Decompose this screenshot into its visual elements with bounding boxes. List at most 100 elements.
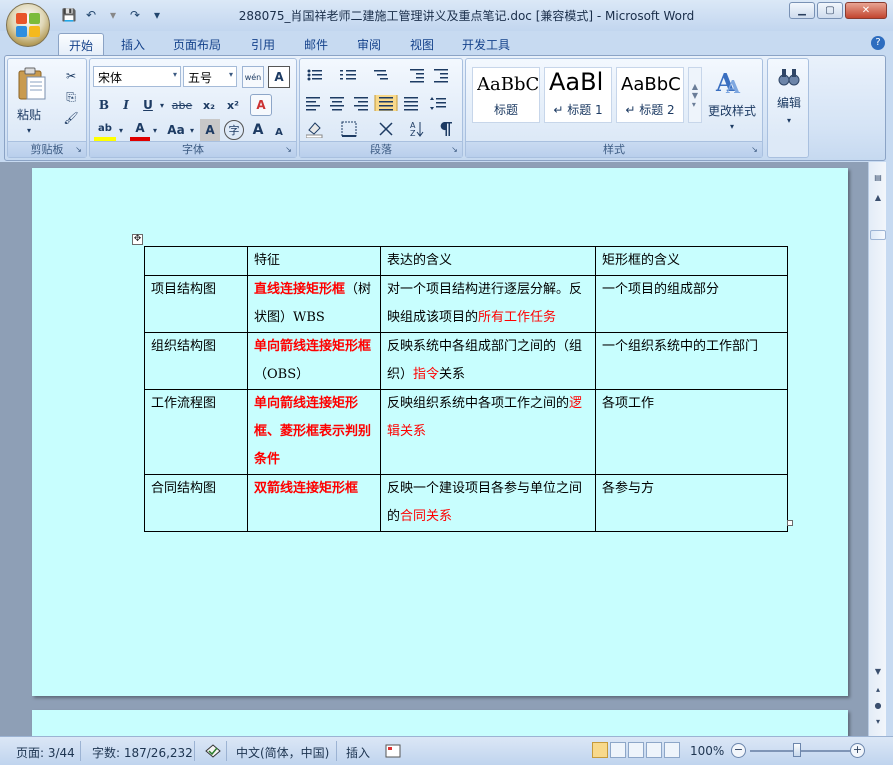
table-cell[interactable]: 对一个项目结构进行逐层分解。反映组成该项目的所有工作任务 — [380, 275, 596, 333]
paste-dropdown-icon[interactable]: ▾ — [20, 119, 38, 141]
next-page-icon[interactable]: ▾ — [870, 714, 886, 730]
maximize-button[interactable]: ▢ — [817, 2, 843, 19]
ruler-toggle-icon[interactable]: ▤ — [870, 170, 886, 186]
character-border-icon[interactable]: A — [268, 66, 290, 88]
insert-mode-indicator[interactable]: 插入 — [346, 744, 370, 761]
font-color-dropdown-icon[interactable]: ▾ — [150, 119, 160, 141]
borders-icon[interactable] — [341, 121, 357, 137]
table-header-cell[interactable]: 矩形框的含义 — [595, 246, 788, 276]
table-cell[interactable]: 单向箭线连接矩形框 （OBS） — [247, 332, 381, 390]
zoom-slider-thumb[interactable] — [793, 743, 801, 757]
paragraph-launcher-icon[interactable]: ↘ — [450, 145, 459, 154]
shrink-font-icon[interactable]: A — [270, 121, 288, 143]
shading-icon[interactable] — [306, 122, 323, 138]
tab-page-layout[interactable]: 页面布局 — [163, 33, 231, 55]
table-cell[interactable]: 直线连接矩形框（树状图）WBS — [247, 275, 381, 333]
cut-icon[interactable]: ✂ — [60, 65, 82, 87]
help-icon[interactable]: ? — [871, 36, 885, 50]
phonetic-guide-icon[interactable]: wén — [242, 66, 264, 88]
vertical-scrollbar[interactable]: ▤ ▲ ▼ ▴ ● ▾ — [868, 162, 886, 736]
draft-view-button[interactable] — [664, 742, 680, 758]
redo-icon[interactable]: ↷ — [126, 6, 144, 24]
bullets-icon[interactable] — [307, 69, 323, 81]
show-marks-icon[interactable] — [440, 122, 452, 136]
table-move-handle-icon[interactable]: ✥ — [132, 234, 143, 245]
tab-insert[interactable]: 插入 — [111, 33, 155, 55]
document-page[interactable]: ✥ 特征 表达的含义 矩形框的含义 项目结构图 直线连接矩形框（树状图）WBS … — [32, 168, 848, 696]
numbering-icon[interactable] — [340, 70, 356, 80]
table-cell[interactable]: 组织结构图 — [144, 332, 248, 390]
align-left-icon[interactable] — [306, 97, 320, 111]
change-case-dropdown-icon[interactable]: ▾ — [187, 119, 197, 141]
table-cell[interactable]: 项目结构图 — [144, 275, 248, 333]
table-cell[interactable]: 反映系统中各组成部门之间的（组织）指令关系 — [380, 332, 596, 390]
highlight-dropdown-icon[interactable]: ▾ — [116, 119, 126, 141]
font-size-box[interactable]: 五号 ▾ — [183, 66, 237, 87]
highlight-icon[interactable]: ab — [94, 119, 116, 141]
save-icon[interactable]: 💾 — [60, 6, 78, 24]
font-name-box[interactable]: 宋体 ▾ — [93, 66, 181, 87]
tab-view[interactable]: 视图 — [400, 33, 444, 55]
table-header-cell[interactable] — [144, 246, 248, 276]
font-color-icon[interactable]: A — [130, 119, 150, 141]
italic-button[interactable]: I — [116, 94, 136, 116]
zoom-level[interactable]: 100% — [690, 744, 724, 758]
table-cell[interactable]: 双箭线连接矩形框 — [247, 474, 381, 532]
previous-page-icon[interactable]: ▴ — [870, 682, 886, 698]
clipboard-launcher-icon[interactable]: ↘ — [74, 145, 83, 154]
underline-dropdown-icon[interactable]: ▾ — [157, 94, 167, 116]
table-cell[interactable]: 各项工作 — [595, 389, 788, 475]
undo-dropdown-icon[interactable]: ▾ — [104, 6, 122, 24]
styles-launcher-icon[interactable]: ↘ — [750, 145, 759, 154]
decrease-indent-icon[interactable] — [410, 69, 424, 83]
enclose-characters-icon[interactable]: 字 — [224, 120, 244, 140]
change-styles-dropdown-icon[interactable]: ▾ — [724, 115, 740, 137]
language-indicator[interactable]: 中文(简体，中国) — [236, 744, 329, 761]
page-count[interactable]: 页面: 3/44 — [16, 744, 75, 761]
sort-icon[interactable]: AZ — [410, 121, 424, 138]
tab-review[interactable]: 审阅 — [347, 33, 391, 55]
grow-font-icon[interactable]: A — [248, 119, 268, 141]
office-button[interactable] — [6, 3, 50, 47]
full-screen-reading-view-button[interactable] — [610, 742, 626, 758]
strikethrough-button[interactable]: abe — [170, 94, 194, 116]
scroll-down-icon[interactable]: ▼ — [870, 664, 886, 680]
multilevel-list-icon[interactable] — [374, 70, 388, 80]
structure-diagram-table[interactable]: 特征 表达的含义 矩形框的含义 项目结构图 直线连接矩形框（树状图）WBS 对一… — [144, 246, 788, 532]
next-page[interactable] — [32, 710, 848, 736]
style-heading-1[interactable]: AaBl ↵ 标题 1 — [544, 67, 612, 123]
font-size-dropdown-icon[interactable]: ▾ — [229, 70, 233, 79]
paste-icon[interactable] — [17, 67, 47, 101]
tab-references[interactable]: 引用 — [241, 33, 285, 55]
proofing-icon[interactable] — [204, 743, 222, 759]
table-cell[interactable]: 单向箭线连接矩形框、菱形框表示判别条件 — [247, 389, 381, 475]
zoom-in-button[interactable]: + — [850, 743, 865, 758]
line-spacing-icon[interactable] — [430, 97, 446, 110]
print-layout-view-button[interactable] — [592, 742, 608, 758]
change-styles-icon[interactable]: A A — [714, 67, 746, 97]
table-cell[interactable]: 一个项目的组成部分 — [595, 275, 788, 333]
scrollbar-thumb[interactable] — [870, 230, 886, 240]
table-cell[interactable]: 合同结构图 — [144, 474, 248, 532]
align-center-icon[interactable] — [330, 97, 344, 111]
zoom-out-button[interactable]: − — [731, 743, 746, 758]
clear-formatting-icon[interactable]: A — [250, 94, 272, 116]
select-browse-object-icon[interactable]: ● — [870, 698, 886, 714]
copy-icon[interactable]: ⎘ — [60, 86, 82, 108]
font-launcher-icon[interactable]: ↘ — [284, 145, 293, 154]
style-heading-2[interactable]: AaBbC ↵ 标题 2 — [616, 67, 684, 123]
increase-indent-icon[interactable] — [434, 69, 448, 83]
table-cell[interactable]: 一个组织系统中的工作部门 — [595, 332, 788, 390]
character-shading-icon[interactable]: A — [200, 119, 220, 141]
tab-developer[interactable]: 开发工具 — [452, 33, 520, 55]
table-resize-handle[interactable] — [787, 520, 793, 526]
tab-mailings[interactable]: 邮件 — [294, 33, 338, 55]
table-cell[interactable]: 反映一个建设项目各参与单位之间的合同关系 — [380, 474, 596, 532]
tab-home[interactable]: 开始 — [58, 33, 105, 55]
binoculars-icon[interactable] — [778, 67, 800, 87]
superscript-button[interactable]: x² — [222, 94, 244, 116]
outline-view-button[interactable] — [646, 742, 662, 758]
underline-button[interactable]: U — [138, 94, 158, 116]
table-cell[interactable]: 反映组织系统中各项工作之间的逻辑关系 — [380, 389, 596, 475]
styles-scroll-icon[interactable]: ▲ ▼ ▾ — [688, 67, 702, 123]
